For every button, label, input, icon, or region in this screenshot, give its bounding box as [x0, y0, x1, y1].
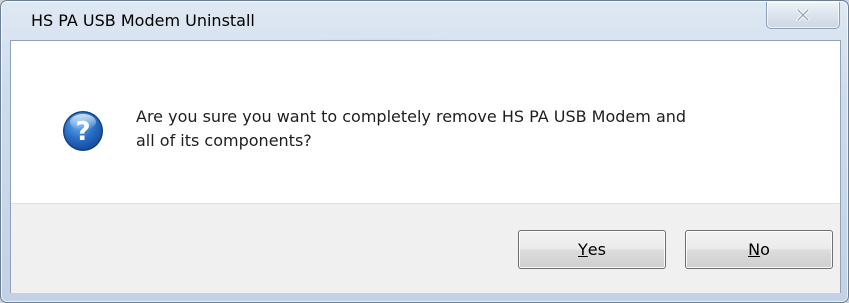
close-icon [796, 9, 810, 21]
dialog-title: HS PA USB Modem Uninstall [31, 11, 255, 30]
no-button[interactable]: No [685, 230, 833, 269]
yes-label: es [587, 240, 606, 259]
svg-text:?: ? [75, 117, 90, 147]
no-mnemonic: N [748, 240, 761, 259]
dialog-client-area: ? Are you sure you want to completely re… [10, 40, 841, 293]
message-line-1: Are you sure you want to completely remo… [136, 107, 687, 126]
yes-button[interactable]: Yes [518, 230, 666, 269]
dialog-window: HS PA USB Modem Uninstall ? Are you sure… [0, 0, 849, 303]
dialog-message: Are you sure you want to completely remo… [136, 105, 816, 153]
question-icon: ? [63, 111, 103, 151]
no-label: o [760, 240, 770, 259]
close-button[interactable] [766, 2, 840, 29]
message-line-2: all of its components? [136, 131, 312, 150]
yes-mnemonic: Y [578, 240, 588, 259]
button-area: Yes No [11, 203, 840, 293]
message-area: ? Are you sure you want to completely re… [11, 41, 840, 203]
